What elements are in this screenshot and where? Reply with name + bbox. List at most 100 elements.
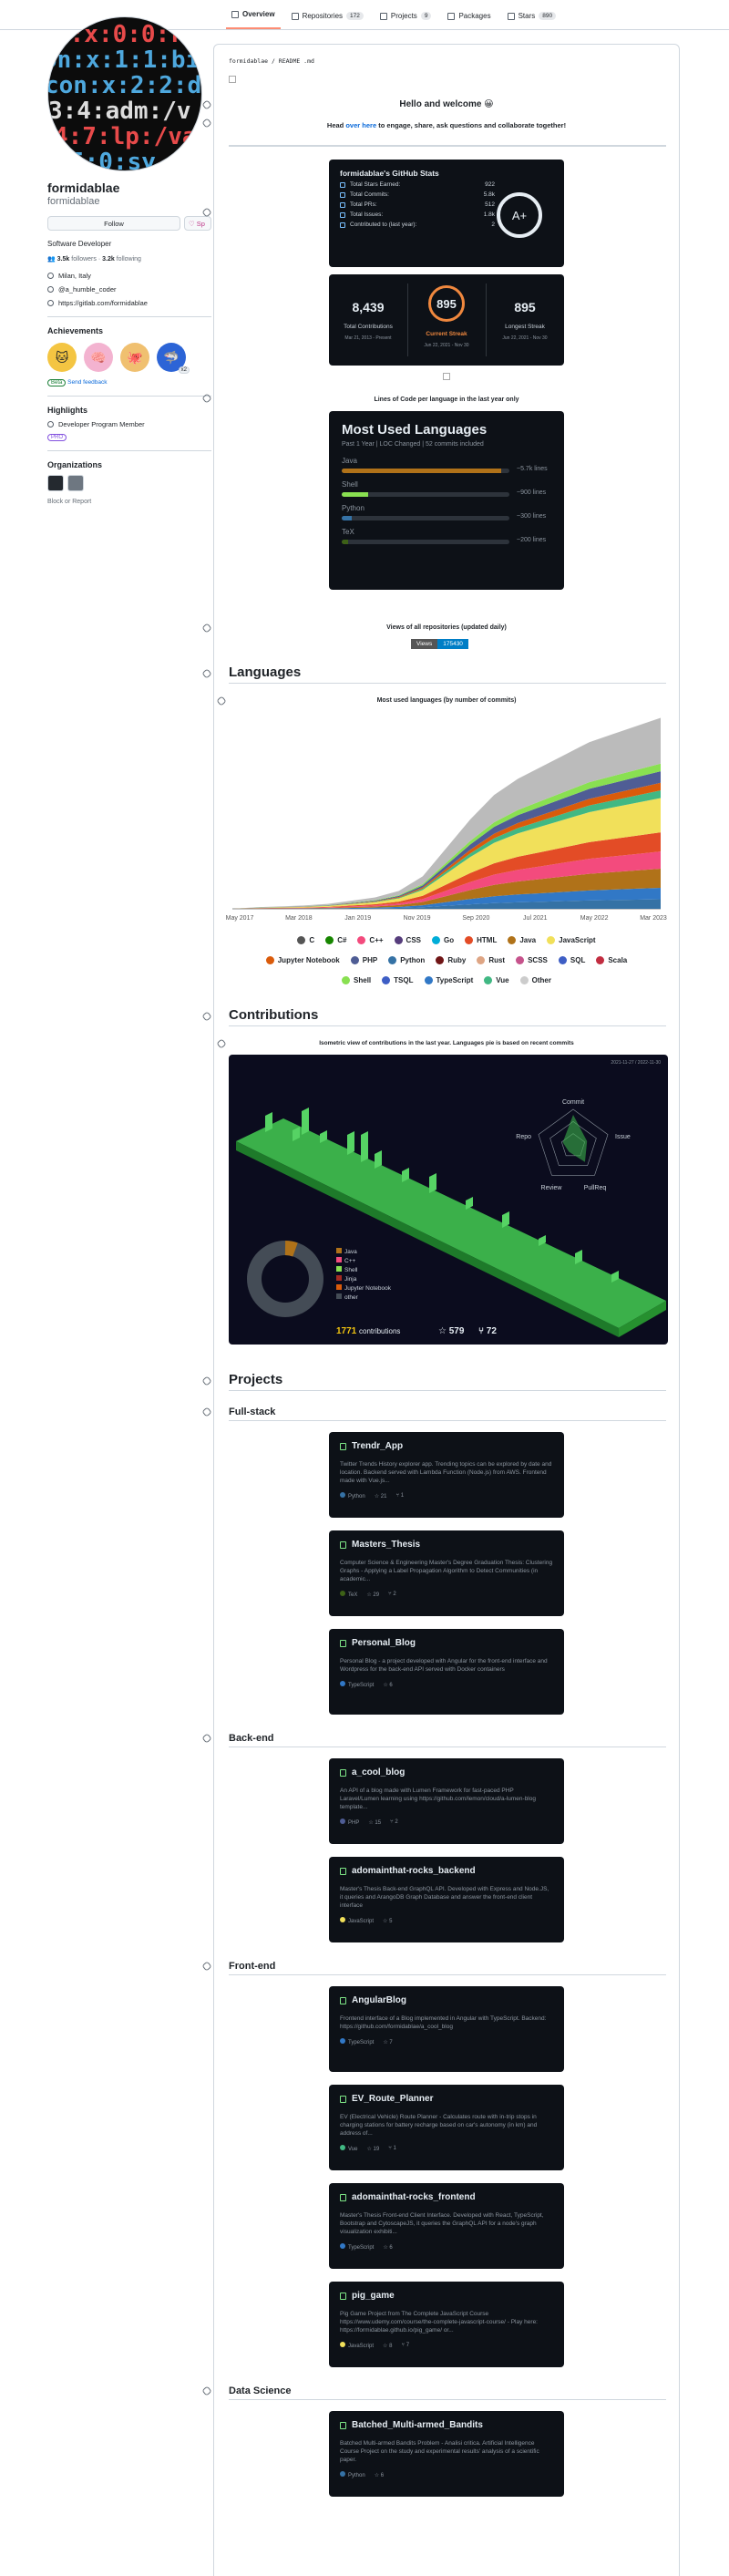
isometric-chart: Commit Issue PullReq Review Repo [236,1099,666,1337]
project-card[interactable]: EV_Route_Planner EV (Electrical Vehicle) … [329,2085,564,2170]
legend-item: C++ [357,936,384,944]
repo-icon [340,2292,346,2300]
legend-swatch [558,956,567,964]
avatar[interactable]: t:x:0:0:ro on:x:1:1:bin con:x:2:2:dae 3:… [47,16,202,171]
tab-overview[interactable]: Overview [226,5,281,29]
most-used-title: Most Used Languages [342,422,488,438]
send-feedback-link[interactable]: Send feedback [67,379,107,386]
project-language: TypeScript [340,2243,374,2251]
legend-label: C# [337,936,347,944]
legend-item: Vue [484,976,509,984]
legend-label: Rust [488,956,506,964]
legend-label: Other [531,976,551,984]
most-used-languages-card: Most Used Languages Past 1 Year | LOC Ch… [329,411,564,590]
legend-label: SCSS [528,956,548,964]
project-name: Trendr_App [352,1441,404,1451]
org-avatar[interactable] [67,475,84,491]
highlights-title: Highlights [47,406,87,415]
anchor-link-icon[interactable] [201,1406,212,1417]
project-name: EV_Route_Planner [352,2094,434,2104]
language-row: TeX ~200 lines [342,528,551,544]
views-title: Views of all repositories (updated daily… [386,624,507,631]
project-card[interactable]: adomainthat-rocks_frontend Master's Thesi… [329,2183,564,2269]
language-dot [340,1819,345,1824]
project-card[interactable]: Personal_Blog Personal Blog - a project d… [329,1629,564,1715]
github-stats-card: formidablae's GitHub Stats Total Stars E… [329,160,564,267]
tab-repositories[interactable]: Repositories 172 [286,6,369,29]
star-icon: ☆ [374,2472,380,2478]
tab-count: 890 [539,12,557,20]
repo-icon [340,1996,346,2004]
achievement-badge[interactable]: 🧠 [84,343,113,372]
project-stars: ☆ 19 [366,2146,380,2152]
anchor-link-icon[interactable] [201,623,212,634]
project-card[interactable]: Batched_Multi-armed_Bandits Batched Multi… [329,2411,564,2497]
sponsor-button[interactable]: ♡ Sp [184,216,211,231]
legend-label: HTML [477,936,498,944]
legend-item: Go [432,936,454,944]
total-contributions-label: Total Contributions [344,324,393,330]
project-card[interactable]: adomainthat-rocks_backend Master's Thesis… [329,1857,564,1942]
achievement-badge[interactable]: 🐙 [120,343,149,372]
achievement-badge[interactable]: 🦈 x2 [157,343,190,374]
contrib-count: 1771 [336,1326,357,1336]
following-link[interactable]: 3.2k following [102,256,141,263]
profile-bio: Software Developer [47,240,112,248]
project-stars: ☆ 7 [383,2039,393,2045]
fork-icon: ⑂ [388,1592,392,1597]
org-avatar[interactable] [47,475,64,491]
legend-label: CSS [406,936,421,944]
anchor-link-icon[interactable] [201,2385,212,2396]
tab-projects[interactable]: Projects 9 [375,6,437,29]
legend-swatch [508,936,517,944]
radar-label: Review [541,1185,563,1191]
block-report-link[interactable]: Block or Report [47,499,211,505]
project-card[interactable]: Trendr_App Twitter Trends History explore… [329,1432,564,1518]
languages-area-chart: May 2017 Mar 2018 Jan 2019 Nov 2019 Sep 2020… [226,717,667,922]
legend-swatch [388,956,397,964]
x-tick-label: Jul 2021 [523,915,548,922]
total-contributions: 8,439 [352,300,385,314]
project-name: Masters_Thesis [352,1540,421,1550]
legend-item: SCSS [516,956,548,964]
project-card[interactable]: a_cool_blog An API of a blog made with Lu… [329,1758,564,1844]
website-item[interactable]: https://gitlab.com/formidablae [47,299,211,307]
language-bar [342,469,509,473]
project-description: An API of a blog made with Lumen Framewo… [340,1788,536,1810]
anchor-link-icon[interactable] [201,1961,212,1972]
language-dot [340,2471,345,2477]
language-lines: ~300 lines [517,513,547,520]
current-range: Jun 22, 2021 - Nov 30 [424,343,469,348]
anchor-link-icon[interactable] [201,668,212,679]
pie-legend-item: Shell [336,1266,391,1275]
achievement-badge[interactable]: 🐱 [47,343,77,372]
anchor-link-icon[interactable] [201,1733,212,1744]
languages-donut [247,1241,323,1317]
anchor-link-icon[interactable] [201,1011,212,1022]
legend-item: Shell [342,976,371,984]
project-card[interactable]: Masters_Thesis Computer Science & Enginee… [329,1530,564,1616]
organizations-title: Organizations [47,460,103,469]
legend-item: C [297,936,314,944]
legend-swatch [596,956,605,964]
project-card[interactable]: AngularBlog Frontend interface of a Blog … [329,1986,564,2072]
pie-legend-item: Jinja [336,1275,391,1284]
twitter-item[interactable]: @a_humble_coder [47,285,211,294]
legend-label: TSQL [394,976,414,984]
follow-button[interactable]: Follow [47,216,180,231]
legend-label: C++ [369,936,384,944]
link-icon [47,300,54,306]
tab-stars[interactable]: Stars 890 [502,6,562,29]
project-card[interactable]: pig_game Pig Game Project from The Comple… [329,2282,564,2367]
followers-link[interactable]: 3.5k followers [57,256,97,263]
legend-label: Ruby [447,956,467,964]
anchor-link-icon[interactable] [201,1376,212,1386]
legend-swatch [357,936,366,944]
over-here-link[interactable]: over here [345,121,376,129]
loc-title: Lines of Code per language in the last y… [374,397,519,403]
current-streak-label: Current Streak [426,331,467,337]
tab-packages[interactable]: Packages [442,6,496,29]
contrib-summary: 1771 contributions [336,1326,400,1336]
legend-swatch [436,956,445,964]
x-tick-label: Sep 2020 [462,915,489,922]
